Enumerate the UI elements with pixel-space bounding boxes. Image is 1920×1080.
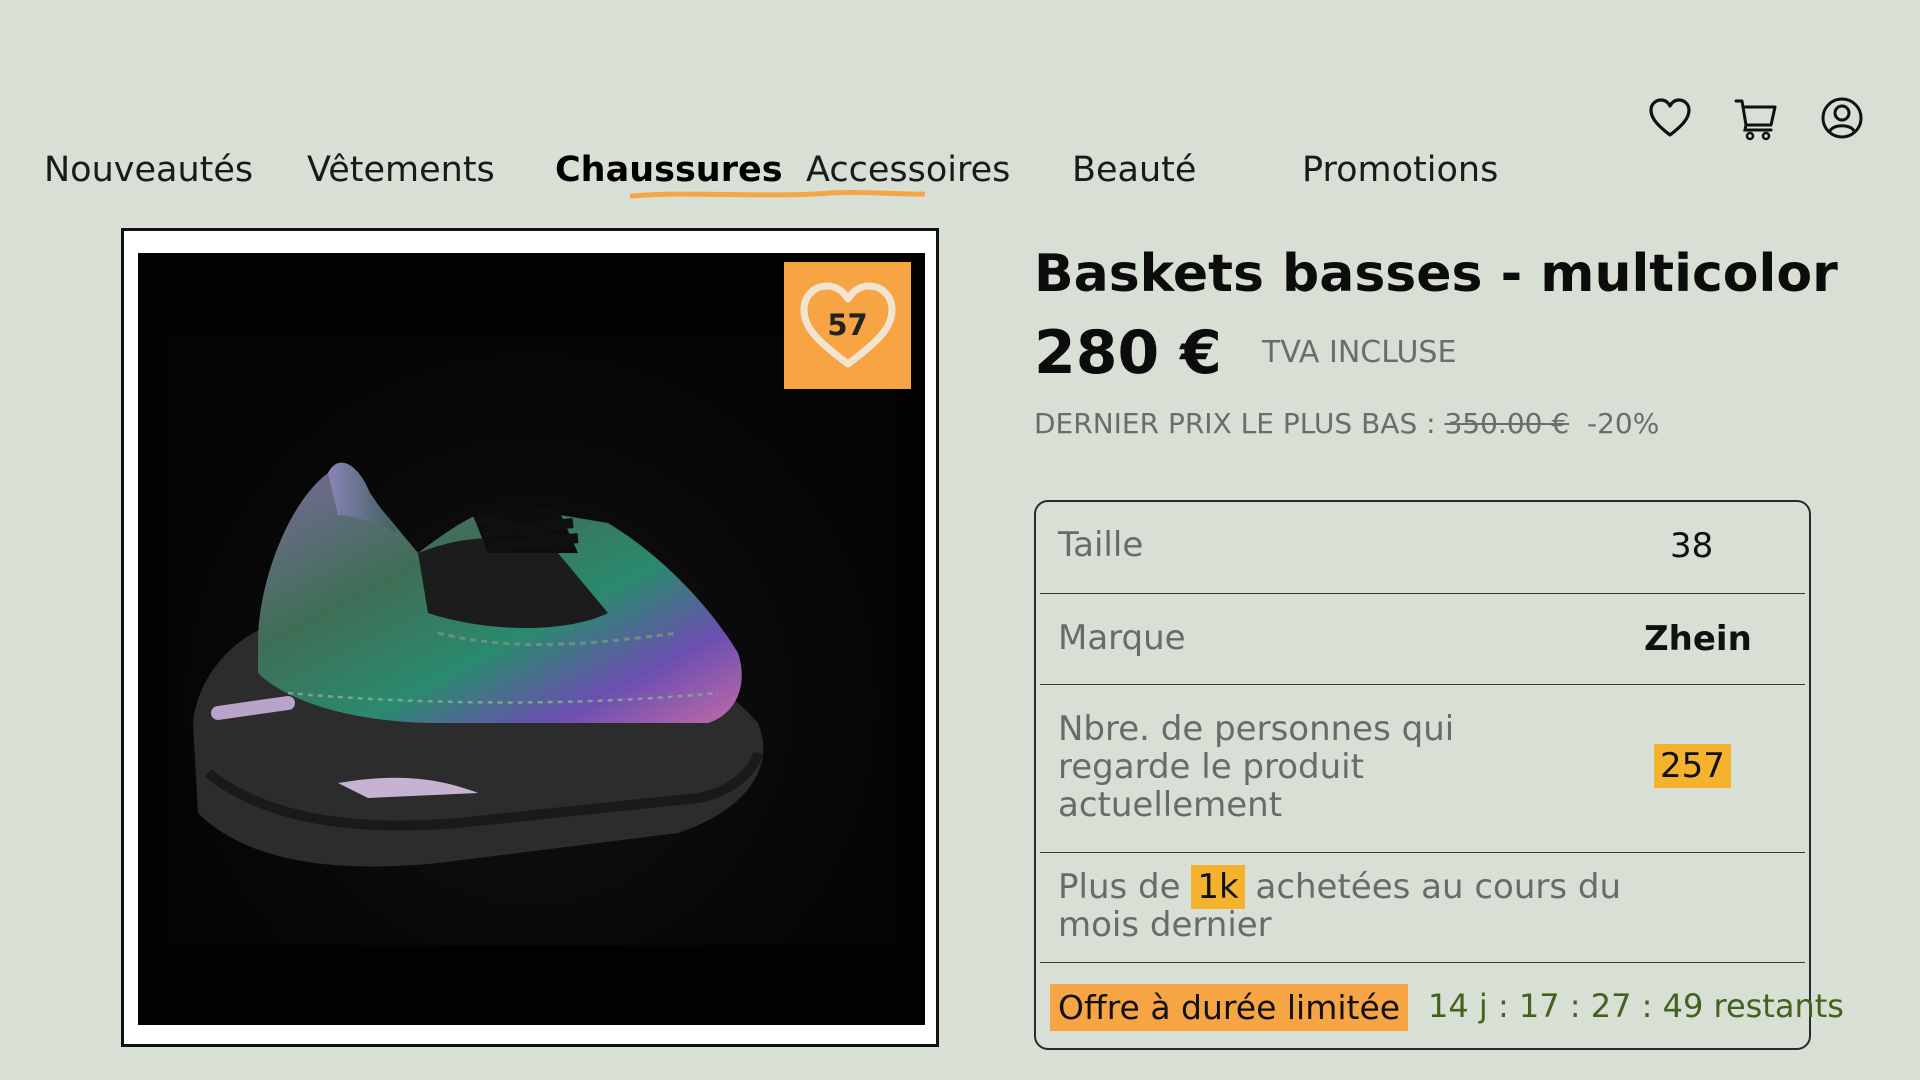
cart-button[interactable] bbox=[1733, 95, 1779, 141]
brand-label: Marque bbox=[1058, 618, 1186, 658]
user-icon bbox=[1821, 97, 1863, 139]
spec-row-brand: Marque Zhein bbox=[1040, 593, 1805, 685]
offer-countdown: 14 j : 17 : 27 : 49 restants bbox=[1428, 987, 1844, 1025]
nav-item-beaute[interactable]: Beauté bbox=[1072, 150, 1196, 190]
size-value[interactable]: 38 bbox=[1670, 526, 1713, 566]
wishlist-button[interactable] bbox=[1647, 95, 1693, 141]
like-badge[interactable]: 57 bbox=[784, 262, 911, 389]
vat-label: TVA INCLUSE bbox=[1262, 335, 1457, 370]
purchases-prefix: Plus de bbox=[1058, 867, 1181, 907]
size-label: Taille bbox=[1058, 525, 1144, 565]
viewers-count: 257 bbox=[1654, 744, 1731, 788]
header-icons bbox=[1647, 95, 1865, 141]
nav-item-vetements[interactable]: Vêtements bbox=[307, 150, 495, 190]
heart-icon bbox=[1649, 98, 1691, 137]
spec-row-viewers: Nbre. de personnes qui regarde le produi… bbox=[1040, 684, 1805, 853]
discount-value: -20% bbox=[1586, 407, 1660, 440]
purchases-text: Plus de 1k achetées au cours du mois der… bbox=[1058, 865, 1698, 944]
purchases-count: 1k bbox=[1191, 865, 1245, 909]
spec-row-purchases: Plus de 1k achetées au cours du mois der… bbox=[1040, 852, 1805, 963]
nav-item-chaussures[interactable]: Chaussures bbox=[555, 150, 783, 190]
like-count: 57 bbox=[827, 308, 868, 342]
account-button[interactable] bbox=[1819, 95, 1865, 141]
product-specs-box: Taille 38 Marque Zhein Nbre. de personne… bbox=[1034, 500, 1844, 1050]
nav-active-underline bbox=[630, 189, 925, 199]
limited-offer-badge[interactable]: Offre à durée limitée bbox=[1050, 984, 1409, 1031]
lowest-price-label: DERNIER PRIX LE PLUS BAS : bbox=[1034, 407, 1436, 440]
cart-icon bbox=[1734, 99, 1777, 141]
spec-row-size: Taille 38 bbox=[1040, 502, 1805, 594]
nav-item-promotions[interactable]: Promotions bbox=[1302, 150, 1498, 190]
viewers-label: Nbre. de personnes qui regarde le produi… bbox=[1058, 709, 1455, 825]
product-price: 280 € bbox=[1034, 318, 1222, 388]
brand-value[interactable]: Zhein bbox=[1644, 619, 1752, 659]
nav-item-nouveautes[interactable]: Nouveautés bbox=[44, 150, 253, 190]
product-title: Baskets basses - multicolor bbox=[1034, 244, 1838, 304]
lowest-price-line: DERNIER PRIX LE PLUS BAS : 350.00 € -20% bbox=[1034, 407, 1659, 440]
nav-item-accessoires[interactable]: Accessoires bbox=[806, 150, 1010, 190]
old-price: 350.00 € bbox=[1444, 407, 1570, 440]
